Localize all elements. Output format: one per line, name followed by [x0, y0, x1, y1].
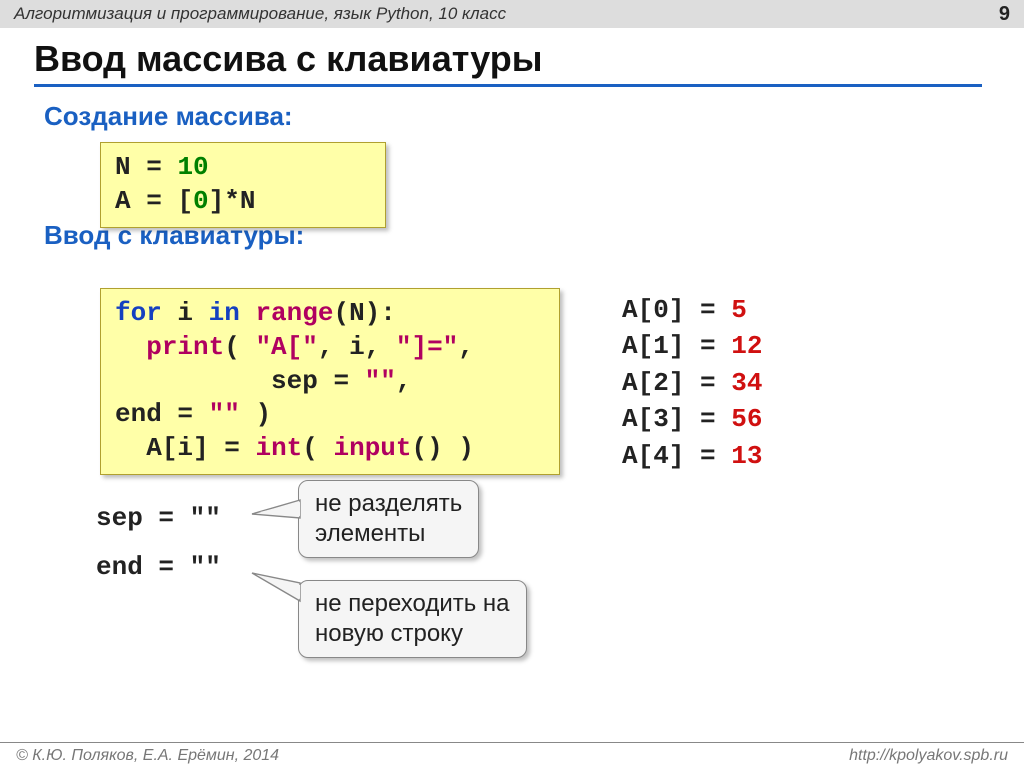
- output-label: A[3] =: [622, 404, 716, 434]
- code-token: =: [158, 552, 174, 582]
- callout-text: не разделять элементы: [315, 490, 462, 547]
- code-token: A: [115, 186, 131, 216]
- callout-text: не переходить на новую строку: [315, 590, 510, 647]
- code-token: range: [255, 298, 333, 328]
- code-token: (: [224, 332, 240, 362]
- code-token: =: [333, 366, 349, 396]
- code-token: =: [146, 186, 162, 216]
- code-token: "": [365, 366, 396, 396]
- header-bar: Алгоритмизация и программирование, язык …: [0, 0, 1024, 28]
- output-value: 5: [716, 295, 747, 325]
- code-token: =: [224, 433, 240, 463]
- code-token: , i,: [318, 332, 396, 362]
- code-token: ,: [458, 332, 474, 362]
- code-box-input-loop: for i in range(N): print( "A[", i, "]=",…: [100, 288, 560, 475]
- code-token: int: [255, 433, 302, 463]
- code-token: (: [302, 433, 318, 463]
- code-token: [240, 298, 256, 328]
- code-token: in: [209, 298, 240, 328]
- param-labels: sep = "" end = "": [96, 494, 221, 593]
- code-token: 0: [193, 186, 209, 216]
- code-box-create-array: N = 10 A = [0]*N: [100, 142, 386, 228]
- code-token: "]=": [396, 332, 458, 362]
- code-token: ): [240, 399, 271, 429]
- sample-output: A[0] = 5 A[1] = 12 A[2] = 34 A[3] = 56 A…: [622, 292, 762, 474]
- code-token: for: [115, 298, 162, 328]
- footer-url: http://kpolyakov.spb.ru: [849, 747, 1008, 765]
- callout-end: не переходить на новую строку: [298, 580, 527, 658]
- code-token: input: [318, 433, 412, 463]
- code-token: sep: [271, 366, 318, 396]
- output-value: 12: [716, 331, 763, 361]
- output-label: A[1] =: [622, 331, 716, 361]
- code-token: "": [209, 399, 240, 429]
- code-token: print: [146, 332, 224, 362]
- footer: © К.Ю. Поляков, Е.А. Ерёмин, 2014 http:/…: [0, 742, 1024, 768]
- output-value: 13: [716, 441, 763, 471]
- code-token: (N):: [333, 298, 395, 328]
- code-token: () ): [412, 433, 474, 463]
- code-token: i: [162, 298, 209, 328]
- callout-sep: не разделять элементы: [298, 480, 479, 558]
- breadcrumb: Алгоритмизация и программирование, язык …: [14, 4, 506, 24]
- code-token: [: [177, 186, 193, 216]
- code-token: =: [158, 503, 174, 533]
- output-label: A[0] =: [622, 295, 716, 325]
- code-token: N: [115, 152, 131, 182]
- output-label: A[2] =: [622, 368, 716, 398]
- output-value: 34: [716, 368, 763, 398]
- code-token: A[i]: [146, 433, 208, 463]
- page-number: 9: [999, 3, 1010, 26]
- code-token: "A[": [240, 332, 318, 362]
- output-label: A[4] =: [622, 441, 716, 471]
- code-token: =: [177, 399, 193, 429]
- output-value: 56: [716, 404, 763, 434]
- code-token: ]*N: [209, 186, 256, 216]
- code-token: end: [96, 552, 143, 582]
- code-token: "": [190, 503, 221, 533]
- section-heading-1: Создание массива:: [44, 101, 1024, 132]
- code-token: "": [190, 552, 221, 582]
- slide-title: Ввод массива с клавиатуры: [34, 38, 982, 87]
- footer-copyright: © К.Ю. Поляков, Е.А. Ерёмин, 2014: [16, 747, 279, 765]
- code-token: 10: [177, 152, 208, 182]
- code-token: =: [146, 152, 162, 182]
- code-token: sep: [96, 503, 143, 533]
